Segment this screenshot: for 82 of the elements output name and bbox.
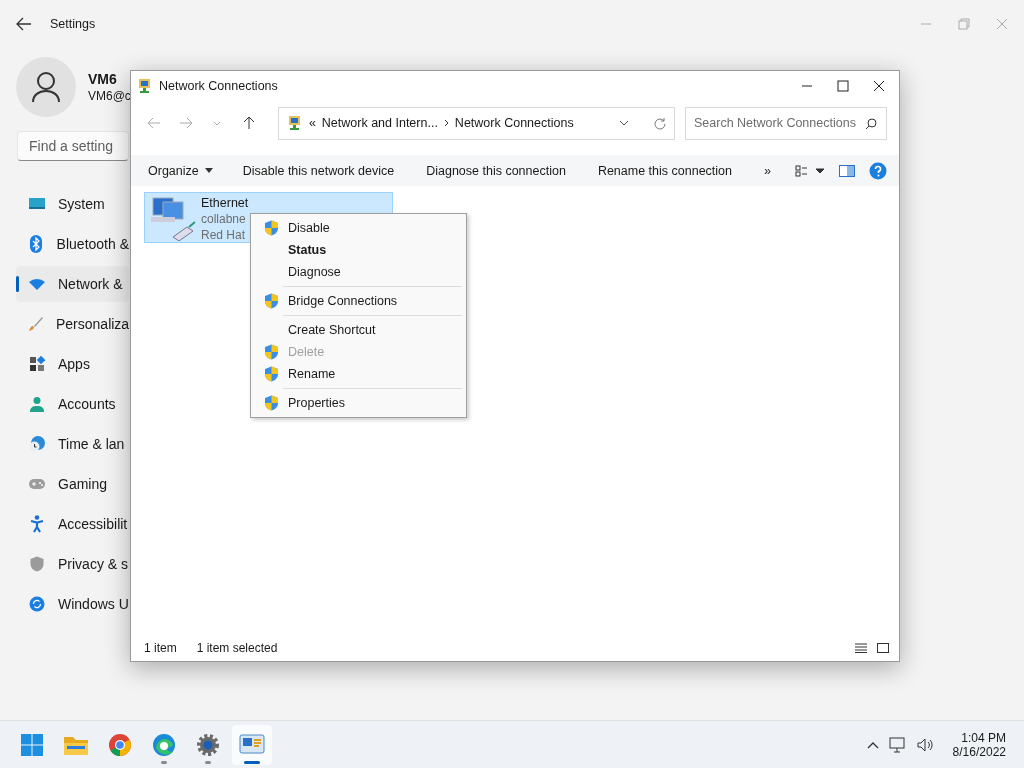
gamepad-icon [28, 478, 46, 490]
menu-item[interactable]: Properties [253, 392, 464, 414]
nav-item[interactable]: Apps [16, 346, 129, 382]
network-folder-icon [286, 115, 303, 131]
apps-icon [29, 356, 45, 372]
brush-icon [28, 316, 44, 332]
nav-item[interactable]: Network & [16, 266, 129, 302]
refresh-icon[interactable] [653, 116, 666, 130]
nav-item[interactable]: Accessibilit [16, 506, 129, 542]
maximize-icon[interactable] [837, 80, 849, 92]
connection-name: Ethernet [201, 195, 249, 211]
nav-item[interactable]: Time & lan [16, 426, 129, 462]
back-arrow-icon[interactable] [16, 17, 32, 31]
browser-icon[interactable] [108, 732, 132, 757]
toolbar-button[interactable]: Rename this connection [588, 159, 741, 182]
menu-item[interactable]: Rename [253, 363, 464, 385]
window-title: Settings [50, 17, 96, 31]
nav-item[interactable]: Personaliza [16, 306, 129, 342]
menu-item[interactable]: Disable [253, 217, 464, 239]
up-arrow-icon[interactable] [243, 116, 255, 130]
breadcrumb[interactable]: Network Connections [454, 116, 574, 130]
windows-logo-icon[interactable] [20, 732, 44, 757]
connection-detail: collabne [201, 211, 247, 227]
menu-item[interactable]: Diagnose [253, 261, 464, 283]
clock-date[interactable]: 8/16/2022 [952, 744, 1006, 759]
status-text: 1 item selected [196, 641, 278, 655]
nav-item[interactable]: Gaming [16, 466, 129, 502]
window-title: Network Connections [159, 79, 278, 93]
search-field[interactable]: Find a setting [17, 131, 129, 161]
caret-icon [204, 168, 213, 173]
nav-item[interactable]: Privacy & s [16, 546, 129, 582]
tiles-view-icon[interactable] [877, 643, 889, 653]
accessibility-icon [30, 515, 44, 533]
globe-clock-icon [29, 436, 45, 452]
speaker-icon[interactable] [916, 737, 935, 752]
shield-icon [30, 556, 44, 572]
network-folder-icon [137, 78, 153, 94]
gear-icon[interactable] [196, 732, 220, 757]
view-options-icon[interactable] [795, 164, 825, 177]
network-computers-icon [149, 195, 197, 241]
search-field[interactable]: Search Network Connections [685, 106, 887, 140]
address-bar[interactable]: « Network and Intern... Network Connections [277, 106, 675, 140]
help-icon[interactable] [869, 161, 887, 180]
toolbar-button[interactable]: Diagnose this connection [417, 159, 575, 182]
status-text: 1 item [144, 641, 177, 655]
person-icon [29, 396, 45, 412]
nav-item[interactable]: Bluetooth & [16, 226, 129, 262]
shield-icon [263, 344, 279, 360]
close-icon[interactable] [873, 80, 885, 92]
network-icon[interactable] [888, 736, 907, 753]
person-icon [31, 71, 61, 103]
wifi-icon [28, 277, 46, 291]
chevron-down-icon[interactable] [619, 120, 629, 126]
preview-pane-icon[interactable] [839, 164, 855, 177]
bluetooth-icon [30, 235, 43, 253]
menu-item[interactable]: Create Shortcut [253, 319, 464, 341]
user-name: VM6 [88, 71, 118, 87]
breadcrumb-prefix: « [308, 116, 316, 130]
shield-icon [263, 366, 279, 382]
search-icon [865, 117, 877, 130]
clock-time[interactable]: 1:04 PM [961, 730, 1006, 745]
monitor-icon [28, 197, 46, 211]
swirl-browser-icon[interactable] [152, 732, 176, 757]
nav-item[interactable]: System [16, 186, 129, 222]
details-view-icon[interactable] [855, 643, 867, 653]
chevron-right-icon [443, 119, 449, 127]
shield-icon [263, 395, 279, 411]
more-button[interactable]: » [755, 159, 780, 182]
user-email: VM6@c [88, 89, 131, 103]
chevron-up-icon[interactable] [866, 740, 879, 749]
update-icon [29, 596, 45, 612]
connection-detail: Red Hat [201, 227, 247, 243]
nav-item[interactable]: Windows U [16, 586, 129, 622]
shield-icon [263, 293, 279, 309]
breadcrumb[interactable]: Network and Intern... [321, 116, 438, 130]
menu-item[interactable]: Bridge Connections [253, 290, 464, 312]
menu-item[interactable]: Status [253, 239, 464, 261]
toolbar-button[interactable]: Disable this network device [233, 159, 404, 182]
nav-item[interactable]: Accounts [16, 386, 129, 422]
shield-icon [263, 220, 279, 236]
toolbar-button[interactable]: Organize [139, 159, 222, 182]
network-panel-icon[interactable] [239, 732, 265, 757]
